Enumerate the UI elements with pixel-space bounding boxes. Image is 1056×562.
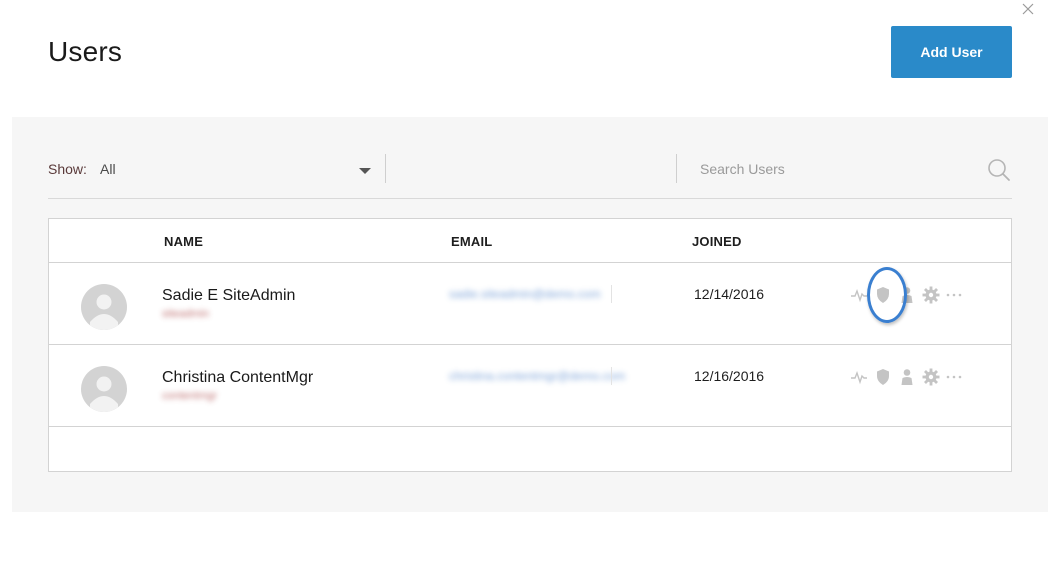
divider [611,285,612,303]
column-header-email[interactable]: EMAIL [451,234,492,249]
close-button[interactable] [1019,0,1039,20]
column-header-joined[interactable]: JOINED [692,234,742,249]
users-panel: Show: All NAME EMAIL JOINED [12,117,1048,512]
more-icon[interactable] [945,367,965,387]
table-row[interactable]: Christina ContentMgr contentmgr christin… [49,345,1011,427]
avatar [81,284,127,330]
joined-date: 12/14/2016 [694,286,765,302]
show-filter-select[interactable]: All [100,161,116,177]
search-icon[interactable] [986,157,1012,183]
user-email[interactable]: christina.contentmgr@demo.com [449,369,625,383]
activity-icon[interactable] [849,367,869,387]
joined-date: 12/16/2016 [694,368,765,384]
avatar [81,366,127,412]
user-email[interactable]: sadie.siteadmin@demo.com [449,287,601,301]
add-user-button[interactable]: Add User [891,26,1012,78]
person-icon[interactable] [897,367,917,387]
filter-bar: Show: All [48,117,1012,199]
user-name[interactable]: Sadie E SiteAdmin [162,287,295,305]
gear-icon[interactable] [921,367,941,387]
table-header: NAME EMAIL JOINED [49,219,1011,263]
more-icon[interactable] [945,285,965,305]
divider [385,154,386,183]
chevron-down-icon[interactable] [358,163,372,174]
divider [676,154,677,183]
divider [611,367,612,385]
shield-icon[interactable] [873,285,893,305]
search-input[interactable] [700,153,960,185]
activity-icon[interactable] [849,285,869,305]
users-table: NAME EMAIL JOINED Sadie E SiteAdmin site… [48,218,1012,472]
close-icon [1022,3,1034,15]
user-subtitle: siteadmin [162,308,210,320]
show-label: Show: [48,161,87,177]
gear-icon[interactable] [921,285,941,305]
person-icon[interactable] [897,285,917,305]
user-subtitle: contentmgr [162,390,218,402]
table-row[interactable]: Sadie E SiteAdmin siteadmin sadie.sitead… [49,263,1011,345]
page-title: Users [48,36,123,67]
shield-icon[interactable] [873,367,893,387]
user-name[interactable]: Christina ContentMgr [162,369,313,387]
empty-row [49,427,1011,471]
column-header-name[interactable]: NAME [164,234,203,249]
